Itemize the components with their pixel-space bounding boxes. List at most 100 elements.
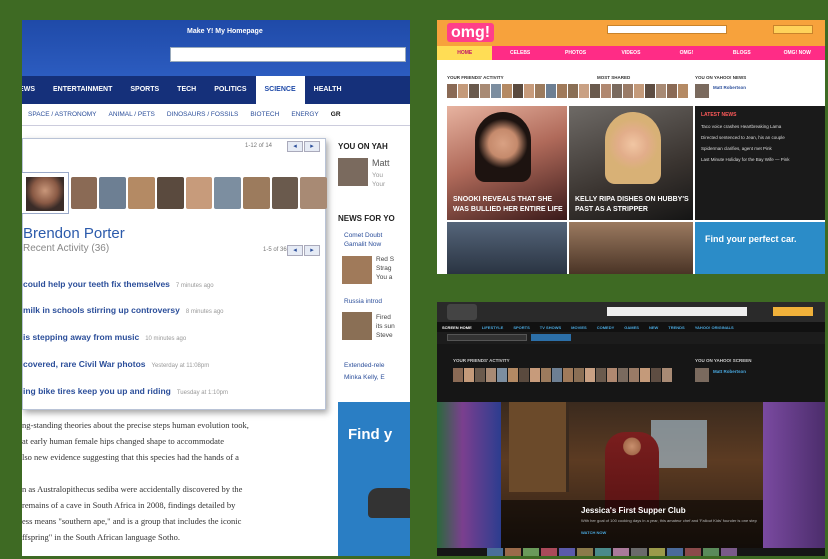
selected-friend-avatar[interactable] [22,172,69,214]
news-link[interactable]: Gamalit Now [344,241,381,248]
kelly-ripa-story-tile[interactable]: KELLY RIPA DISHES ON HUBBY'S PAST AS A S… [569,106,693,220]
yahoo-nav: NEWS ENTERTAINMENT SPORTS TECH POLITICS … [22,76,410,104]
nav-entertainment[interactable]: ENTERTAINMENT [44,76,121,104]
screen-logo[interactable] [447,304,477,320]
screen-search-input[interactable] [607,307,747,316]
latest-news-item[interactable]: Last Minute Holiday for the Bay Wife — P… [701,157,819,162]
user-avatar[interactable] [695,84,709,98]
friend-avatar[interactable] [99,177,127,209]
snooki-story-tile[interactable]: SNOOKI REVEALS THAT SHE WAS BULLIED HER … [447,106,567,220]
friend-avatar[interactable] [185,177,213,209]
omg-nav-home[interactable]: HOME [437,46,493,60]
subnav-biotech[interactable]: BIOTECH [244,111,285,118]
news-link[interactable]: Steve [376,332,393,339]
screen-nav-item[interactable]: TV SHOWS [535,325,566,330]
screen-nav-home[interactable]: SCREEN HOME [437,325,477,330]
photo-tile[interactable] [447,222,567,274]
friend-avatar[interactable] [214,177,241,209]
profile-name[interactable]: Brendon Porter [23,225,125,242]
news-link[interactable]: Comet Doubt [344,232,382,239]
watch-now-link[interactable]: WATCH NOW [581,530,606,535]
user-avatar[interactable] [338,158,368,186]
subnav-animal[interactable]: ANIMAL / PETS [103,111,161,118]
yahoo-screen-screenshot: SCREEN HOME LIFESTYLE SPORTS TV SHOWS MO… [437,302,825,556]
news-link[interactable]: Strag [376,265,392,272]
omg-search-button[interactable] [773,25,813,34]
friend-avatar[interactable] [242,177,270,209]
friend-avatar[interactable] [300,177,327,209]
make-homepage-link[interactable]: Make Y! My Homepage [187,28,263,35]
friend-avatar[interactable] [128,177,155,209]
omg-logo[interactable]: omg! [447,23,495,42]
news-link[interactable]: Red S [376,256,394,263]
friend-avatar[interactable] [271,177,299,209]
next-icon[interactable]: ▸ [304,245,320,256]
news-thumb[interactable] [342,312,372,340]
screen-sub-search[interactable] [447,334,527,341]
omg-nav-photos[interactable]: PHOTOS [548,46,603,60]
activity-story[interactable]: is stepping away from music 10 minutes ag… [23,332,186,342]
next-icon[interactable]: ▸ [304,141,320,152]
latest-news-item[interactable]: Directed sentenced to Jean, his an coupl… [701,135,819,140]
video-title[interactable]: Jessica's First Supper Club [581,506,686,515]
latest-news-item[interactable]: Taco voice crashes Heartbreaking Lama [701,124,819,129]
user-name[interactable]: Matt Robertson [713,85,746,90]
screen-sub-button[interactable] [531,334,571,341]
nav-news[interactable]: NEWS [22,76,44,104]
car-ad[interactable]: Find your perfect car. [695,222,825,274]
news-link[interactable]: You a [376,274,392,281]
screen-nav-item[interactable]: COMEDY [592,325,620,330]
screen-nav-item[interactable]: TRENDS [663,325,689,330]
omg-nav-omg-now[interactable]: OMG! NOW [770,46,825,60]
screen-nav-item[interactable]: GAMES [619,325,644,330]
user-name[interactable]: Matt Robertson [713,369,746,374]
screen-search-button[interactable] [773,307,813,316]
prev-icon[interactable]: ◂ [287,141,303,152]
nav-sports[interactable]: SPORTS [121,76,168,104]
news-link[interactable]: Minka Kelly, E [344,374,385,381]
screen-nav-item[interactable]: YAHOO! ORIGINALS [690,325,739,330]
prev-icon[interactable]: ◂ [287,245,303,256]
user-name[interactable]: Matt [372,158,390,168]
screen-nav-item[interactable]: MOVIES [566,325,592,330]
subnav-energy[interactable]: ENERGY [285,111,324,118]
omg-nav-blogs[interactable]: BLOGS [714,46,769,60]
nav-tech[interactable]: TECH [168,76,205,104]
news-link[interactable]: Fired [376,314,391,321]
friend-avatar[interactable] [70,177,98,209]
friends-pager: 1-12 of 14 [245,143,273,149]
activity-story[interactable]: milk in schools stirring up controversy 8… [23,305,224,315]
omg-nav-celebs[interactable]: CELEBS [492,46,547,60]
screen-nav-item[interactable]: LIFESTYLE [477,325,509,330]
activity-story[interactable]: ing bike tires keep you up and riding Tue… [23,386,228,396]
nav-health[interactable]: HEALTH [305,76,351,104]
most-shared-label[interactable]: MOST SHARED [597,75,630,80]
activity-story[interactable]: could help your teeth fix themselves 7 mi… [23,279,214,289]
omg-nav-omg[interactable]: OMG! [659,46,714,60]
nav-science[interactable]: SCIENCE [255,76,305,104]
omg-nav-videos[interactable]: VIDEOS [603,46,658,60]
latest-news-item[interactable]: Spiderman clarifies, agent met Pink [701,146,819,151]
subnav-dinosaurs[interactable]: DINOSAURS / FOSSILS [161,111,245,118]
friend-avatar[interactable] [156,177,184,209]
news-thumb[interactable] [342,256,372,284]
side-video-thumb[interactable] [763,402,825,548]
screen-nav-item[interactable]: NEW [644,325,663,330]
search-input[interactable] [170,47,406,62]
omg-search-input[interactable] [607,25,727,34]
news-link[interactable]: its sun [376,323,395,330]
you-on-screen-label: YOU ON YAHOO! SCREEN [695,358,752,363]
subnav-space[interactable]: SPACE / ASTRONOMY [22,111,103,118]
user-avatar[interactable] [695,368,709,382]
screen-nav-item[interactable]: SPORTS [508,325,534,330]
photo-tile[interactable] [569,222,693,274]
activity-story[interactable]: covered, rare Civil War photos Yesterday … [23,359,209,369]
car-image [368,488,410,518]
news-link[interactable]: Russia introd [344,298,382,305]
news-link[interactable]: Extended-rele [344,362,384,369]
featured-video[interactable]: Jessica's First Supper Club With her goa… [501,402,763,548]
subnav-gr[interactable]: GR [325,111,347,118]
nav-politics[interactable]: POLITICS [205,76,255,104]
side-video-thumb[interactable] [437,402,501,548]
car-ad[interactable]: Find y [338,402,410,556]
